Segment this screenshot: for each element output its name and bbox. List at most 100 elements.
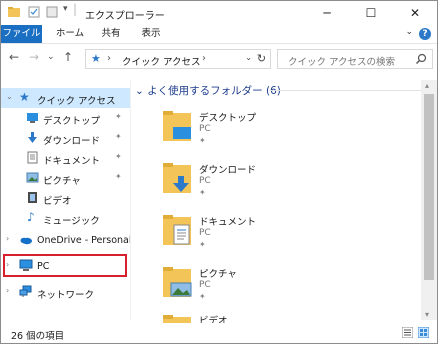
music-icon: ♪ [27,210,35,224]
quick-access-star-icon: ★ [91,52,101,65]
download-icon [28,132,37,143]
documents-folder-icon [163,215,191,245]
forward-button[interactable]: → [29,50,39,64]
sidebar-item-videos[interactable]: ビデオ [1,188,130,208]
up-button[interactable]: ↑ [63,50,73,64]
desktop-icon [27,113,38,123]
folder-name: ダウンロード [199,165,257,176]
scrollbar-thumb[interactable] [424,94,434,280]
window-title: エクスプローラー [85,11,165,22]
pictures-icon [26,172,39,183]
pane-splitter[interactable] [130,80,131,320]
folder-name: ドキュメント [199,217,257,228]
downloads-folder-icon [163,163,191,193]
sidebar-item-label: デスクトップ [43,116,101,127]
help-icon[interactable]: ? [419,28,431,40]
ribbon-tabs: ファイル ホーム 共有 表示 ⌄ ? [1,25,437,43]
pin-icon: ✦ [115,112,122,121]
ribbon-expand-icon[interactable]: ⌄ [405,27,413,37]
sidebar-item-label: ネットワーク [37,290,95,301]
new-folder-icon[interactable] [45,5,59,19]
breadcrumb-separator[interactable]: › [107,53,111,64]
folder-item-videos[interactable]: ビデオ [161,313,401,323]
details-view-icon[interactable] [402,327,413,338]
group-header[interactable]: ⌄ よく使用するフォルダー (6) [135,83,281,98]
close-button[interactable]: ✕ [393,1,437,25]
title-bar: ▾ | エクスプローラー ─ ☐ ✕ [1,1,437,25]
sidebar-item-downloads[interactable]: ダウンロード ✦ [1,128,130,148]
sidebar-item-label: ビデオ [43,196,72,207]
folder-location: PC [199,280,211,290]
pictures-folder-icon [163,267,192,297]
onedrive-icon [20,237,32,245]
folder-location: PC [199,124,211,134]
breadcrumb-separator-end[interactable]: › [202,53,206,64]
refresh-button[interactable]: ↻ [253,49,271,69]
maximize-button[interactable]: ☐ [349,1,393,25]
back-button[interactable]: ← [9,50,19,64]
item-count: 26 個の項目 [11,331,65,342]
pin-icon: ✦ [199,292,206,301]
navigation-pane: ⌄ ★ クイック アクセス デスクトップ ✦ ダウンロード ✦ ドキュメント ✦… [1,80,132,320]
pc-highlight-box [3,254,127,277]
sidebar-item-label: ドキュメント [43,156,101,167]
scroll-up-icon[interactable]: ▴ [425,81,429,90]
videos-folder-icon [163,315,191,323]
chevron-right-icon[interactable]: › [6,286,9,295]
breadcrumb-quick-access[interactable]: クイック アクセス [122,54,201,68]
sidebar-item-onedrive[interactable]: › OneDrive - Personal [1,230,132,250]
chevron-down-icon[interactable]: ⌄ [6,92,13,101]
address-bar[interactable]: ★ › クイック アクセス › ⌄ [85,49,271,69]
sidebar-item-label: ダウンロード [43,136,101,147]
document-icon [27,151,38,164]
group-title: よく使用するフォルダー (6) [147,85,281,97]
minimize-button[interactable]: ─ [305,1,349,25]
address-dropdown-icon[interactable]: ⌄ [245,53,252,62]
folder-location: PC [199,228,211,238]
network-icon [19,285,32,297]
sidebar-item-pictures[interactable]: ピクチャ ✦ [1,168,130,188]
pin-icon: ✦ [115,152,122,161]
folder-name: ビデオ [199,316,228,323]
search-placeholder: クイック アクセスの検索 [288,57,396,68]
navigation-bar: ← → ⌄ ↑ ★ › クイック アクセス › ⌄ ↻ クイック アクセスの検索 [1,43,437,73]
folder-location: PC [199,176,211,186]
pin-icon: ✦ [199,188,206,197]
sidebar-item-label: クイック アクセス [37,96,116,107]
large-icons-view-icon[interactable] [418,327,429,338]
chevron-down-icon[interactable]: ⌄ [135,85,144,97]
scroll-down-icon[interactable]: ▾ [425,310,429,319]
sidebar-item-label: OneDrive - Personal [37,235,132,246]
sidebar-item-music[interactable]: ♪ ミュージック [1,208,130,228]
folder-name: ピクチャ [199,269,237,280]
search-icon[interactable] [415,53,427,65]
status-bar: 26 個の項目 [1,323,437,343]
sidebar-item-quick-access[interactable]: ⌄ ★ クイック アクセス [1,88,130,108]
vertical-scrollbar[interactable]: ▴ ▾ [421,80,437,320]
search-box[interactable]: クイック アクセスの検索 [277,49,433,69]
folder-app-icon [8,7,20,17]
explorer-window: ▾ | エクスプローラー ─ ☐ ✕ ファイル ホーム 共有 表示 ⌄ ? ← … [0,0,438,344]
title-separator: | [73,2,78,16]
folder-name: デスクトップ [199,113,257,124]
tab-home[interactable]: ホーム [50,25,90,43]
pin-icon: ✦ [199,240,206,249]
group-divider [269,90,421,91]
pin-icon: ✦ [115,172,122,181]
video-icon [28,192,37,203]
sidebar-item-network[interactable]: › ネットワーク [1,282,130,302]
star-icon: ★ [19,90,30,104]
tab-view[interactable]: 表示 [135,25,167,43]
chevron-right-icon[interactable]: › [6,234,9,243]
tab-file[interactable]: ファイル [1,25,42,43]
quick-access-toolbar-dropdown-icon[interactable]: ▾ [63,4,68,14]
desktop-folder-icon [163,111,191,141]
tab-share[interactable]: 共有 [95,25,127,43]
pin-icon: ✦ [199,136,206,145]
sidebar-item-desktop[interactable]: デスクトップ ✦ [1,108,130,128]
sidebar-item-documents[interactable]: ドキュメント ✦ [1,148,130,168]
properties-icon[interactable] [27,5,41,19]
pin-icon: ✦ [115,132,122,141]
sidebar-item-label: ピクチャ [43,176,81,187]
recent-locations-button[interactable]: ⌄ [47,52,55,62]
